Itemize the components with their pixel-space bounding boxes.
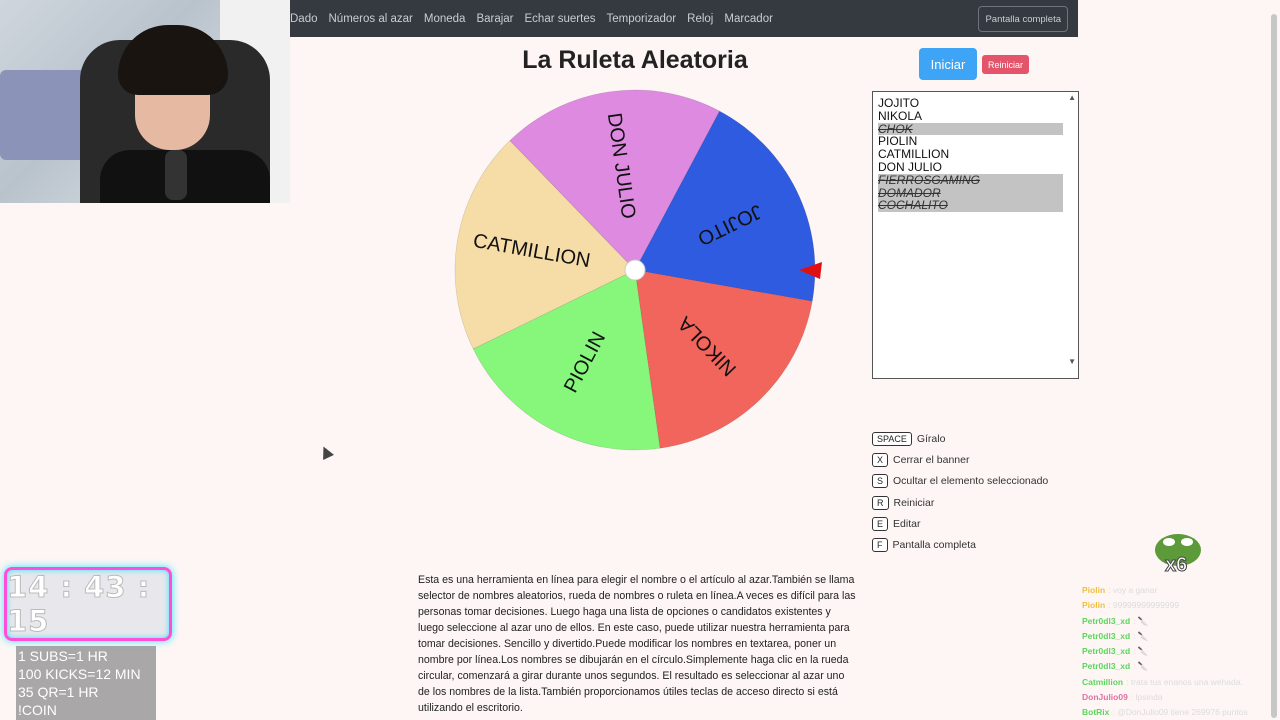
shortcut-row: S Ocultar el elemento seleccionado bbox=[872, 471, 1048, 492]
chat-message: Petr0dl3_xd: 🔪 bbox=[1082, 659, 1278, 674]
shortcut-label: Reiniciar bbox=[893, 496, 935, 509]
chat-text: : 99999999999999 bbox=[1108, 600, 1180, 611]
mouse-cursor-icon bbox=[318, 444, 334, 460]
chat-message: Petr0dl3_xd: 🔪 bbox=[1082, 644, 1278, 659]
chat-message: Catmillion: trata tus enanos una wehada. bbox=[1082, 675, 1278, 690]
shortcut-row: R Reiniciar bbox=[872, 492, 1048, 513]
shortcut-label: Cerrar el banner bbox=[893, 453, 970, 466]
name-entry[interactable]: DON JULIO bbox=[878, 161, 1063, 174]
chat-username: Petr0dl3_xd bbox=[1082, 661, 1131, 672]
chat-text: : lpsinda bbox=[1130, 692, 1163, 703]
page-scrollbar[interactable] bbox=[1268, 0, 1280, 720]
nav-item-marcador[interactable]: Marcador bbox=[724, 13, 773, 25]
shortcut-row: E Editar bbox=[872, 513, 1048, 534]
chat-message: Piolin: voy a ganar bbox=[1082, 583, 1278, 598]
nav-item-numeros[interactable]: Números al azar bbox=[329, 13, 413, 25]
scroll-down-arrow-icon[interactable]: ▼ bbox=[1068, 357, 1076, 366]
chat-username: Petr0dl3_xd bbox=[1082, 646, 1131, 657]
chat-username: Petr0dl3_xd bbox=[1082, 615, 1131, 626]
shortcut-label: Ocultar el elemento seleccionado bbox=[893, 475, 1049, 488]
shortcut-row: SPACE Gíralo bbox=[872, 428, 1048, 449]
page-title: La Ruleta Aleatoria bbox=[522, 46, 748, 74]
timer-text: 14 : 43 : 15 bbox=[7, 570, 151, 639]
key-badge: R bbox=[872, 495, 889, 510]
chat-text: : @DonJulio09 tiene 269976 puntos bbox=[1112, 707, 1248, 718]
pepe-emote-icon: x6 bbox=[1153, 530, 1205, 580]
chat-text: : 🔪 bbox=[1133, 661, 1149, 672]
nav-item-temporizador[interactable]: Temporizador bbox=[606, 13, 676, 25]
webcam-microphone bbox=[165, 150, 187, 200]
subs-line: 35 QR=1 HR bbox=[18, 684, 99, 700]
scroll-up-arrow-icon[interactable]: ▲ bbox=[1068, 93, 1076, 102]
chat-username: BotRix bbox=[1082, 707, 1110, 718]
chat-message: BotRix: @DonJulio09 tiene 269976 puntos bbox=[1082, 705, 1278, 720]
chat-message: Petr0dl3_xd: 🔪 bbox=[1082, 629, 1278, 644]
fullscreen-button[interactable]: Pantalla completa bbox=[978, 6, 1068, 32]
scrollbar-thumb[interactable] bbox=[1271, 14, 1277, 718]
spin-wheel[interactable]: JOJITONIKOLAPIOLINCATMILLIONDON JULIO bbox=[450, 85, 825, 460]
stream-timer: 14 : 43 : 15 bbox=[4, 567, 172, 641]
nav-item-reloj[interactable]: Reloj bbox=[687, 13, 713, 25]
name-entry[interactable]: NIKOLA bbox=[878, 109, 1063, 123]
key-badge: S bbox=[872, 474, 889, 489]
name-entry[interactable]: FIERROSGAMING bbox=[878, 173, 1063, 187]
reset-button[interactable]: Reiniciar bbox=[982, 55, 1029, 74]
chat-username: Piolin bbox=[1082, 600, 1106, 611]
chat-text: : trata tus enanos una wehada. bbox=[1126, 676, 1243, 687]
shortcut-label: Pantalla completa bbox=[892, 539, 976, 552]
shortcut-label: Gíralo bbox=[916, 432, 946, 445]
webcam-hair bbox=[118, 25, 228, 95]
names-textarea[interactable]: JOJITO NIKOLA CHOK PIOLIN CATMILLION DON JULI… bbox=[872, 91, 1079, 379]
subs-line: 1 SUBS=1 HR bbox=[18, 648, 108, 664]
description-text: Esta es una herramienta en línea para el… bbox=[418, 574, 856, 714]
chat-text: : 🔪 bbox=[1133, 630, 1149, 641]
start-button[interactable]: Iniciar bbox=[919, 48, 977, 80]
chat-username: Catmillion bbox=[1082, 676, 1124, 687]
shortcut-row: F Pantalla completa bbox=[872, 534, 1048, 555]
keyboard-shortcuts: SPACE Gíralo X Cerrar el banner S Ocultar e… bbox=[872, 428, 1048, 556]
shortcut-row: X Cerrar el banner bbox=[872, 449, 1048, 470]
chat-text: : 🔪 bbox=[1133, 615, 1149, 626]
webcam-overlay bbox=[0, 0, 290, 203]
key-badge: X bbox=[872, 452, 889, 467]
chat-message: Piolin: 99999999999999 bbox=[1082, 598, 1278, 613]
chat-username: Piolin bbox=[1082, 585, 1106, 595]
key-badge: E bbox=[872, 516, 889, 531]
name-entry[interactable]: COCHALITO bbox=[878, 199, 1063, 213]
wheel-center-hub bbox=[624, 259, 646, 281]
stream-chat: Piolin: voy a ganar Piolin: 9999999999999… bbox=[1082, 583, 1278, 720]
nav-item-echar-suertes[interactable]: Echar suertes bbox=[525, 13, 596, 25]
key-badge: F bbox=[872, 538, 888, 553]
nav-item-moneda[interactable]: Moneda bbox=[424, 13, 466, 25]
emote-multiplier: x6 bbox=[1164, 554, 1188, 577]
name-entry[interactable]: JOJITO bbox=[878, 97, 1063, 110]
nav-item-dado[interactable]: Dado bbox=[290, 13, 318, 25]
chat-text: : voy a ganar bbox=[1108, 585, 1158, 595]
shortcut-label: Editar bbox=[893, 517, 921, 530]
chat-username: DonJulio09 bbox=[1082, 692, 1128, 703]
top-navbar: Dado Números al azar Moneda Barajar Echa… bbox=[290, 0, 1078, 37]
subs-line: 100 KICKS=12 MIN bbox=[18, 666, 141, 682]
nav-item-barajar[interactable]: Barajar bbox=[476, 13, 513, 25]
subs-info-box: 1 SUBS=1 HR 100 KICKS=12 MIN 35 QR=1 HR … bbox=[16, 646, 156, 720]
chat-message: Petr0dl3_xd: 🔪 bbox=[1082, 614, 1278, 629]
key-badge: SPACE bbox=[872, 431, 912, 446]
subs-line: !COIN bbox=[18, 702, 57, 718]
chat-message: DonJulio09: lpsinda bbox=[1082, 690, 1278, 705]
chat-text: : 🔪 bbox=[1133, 646, 1149, 657]
chat-username: Petr0dl3_xd bbox=[1082, 630, 1131, 641]
